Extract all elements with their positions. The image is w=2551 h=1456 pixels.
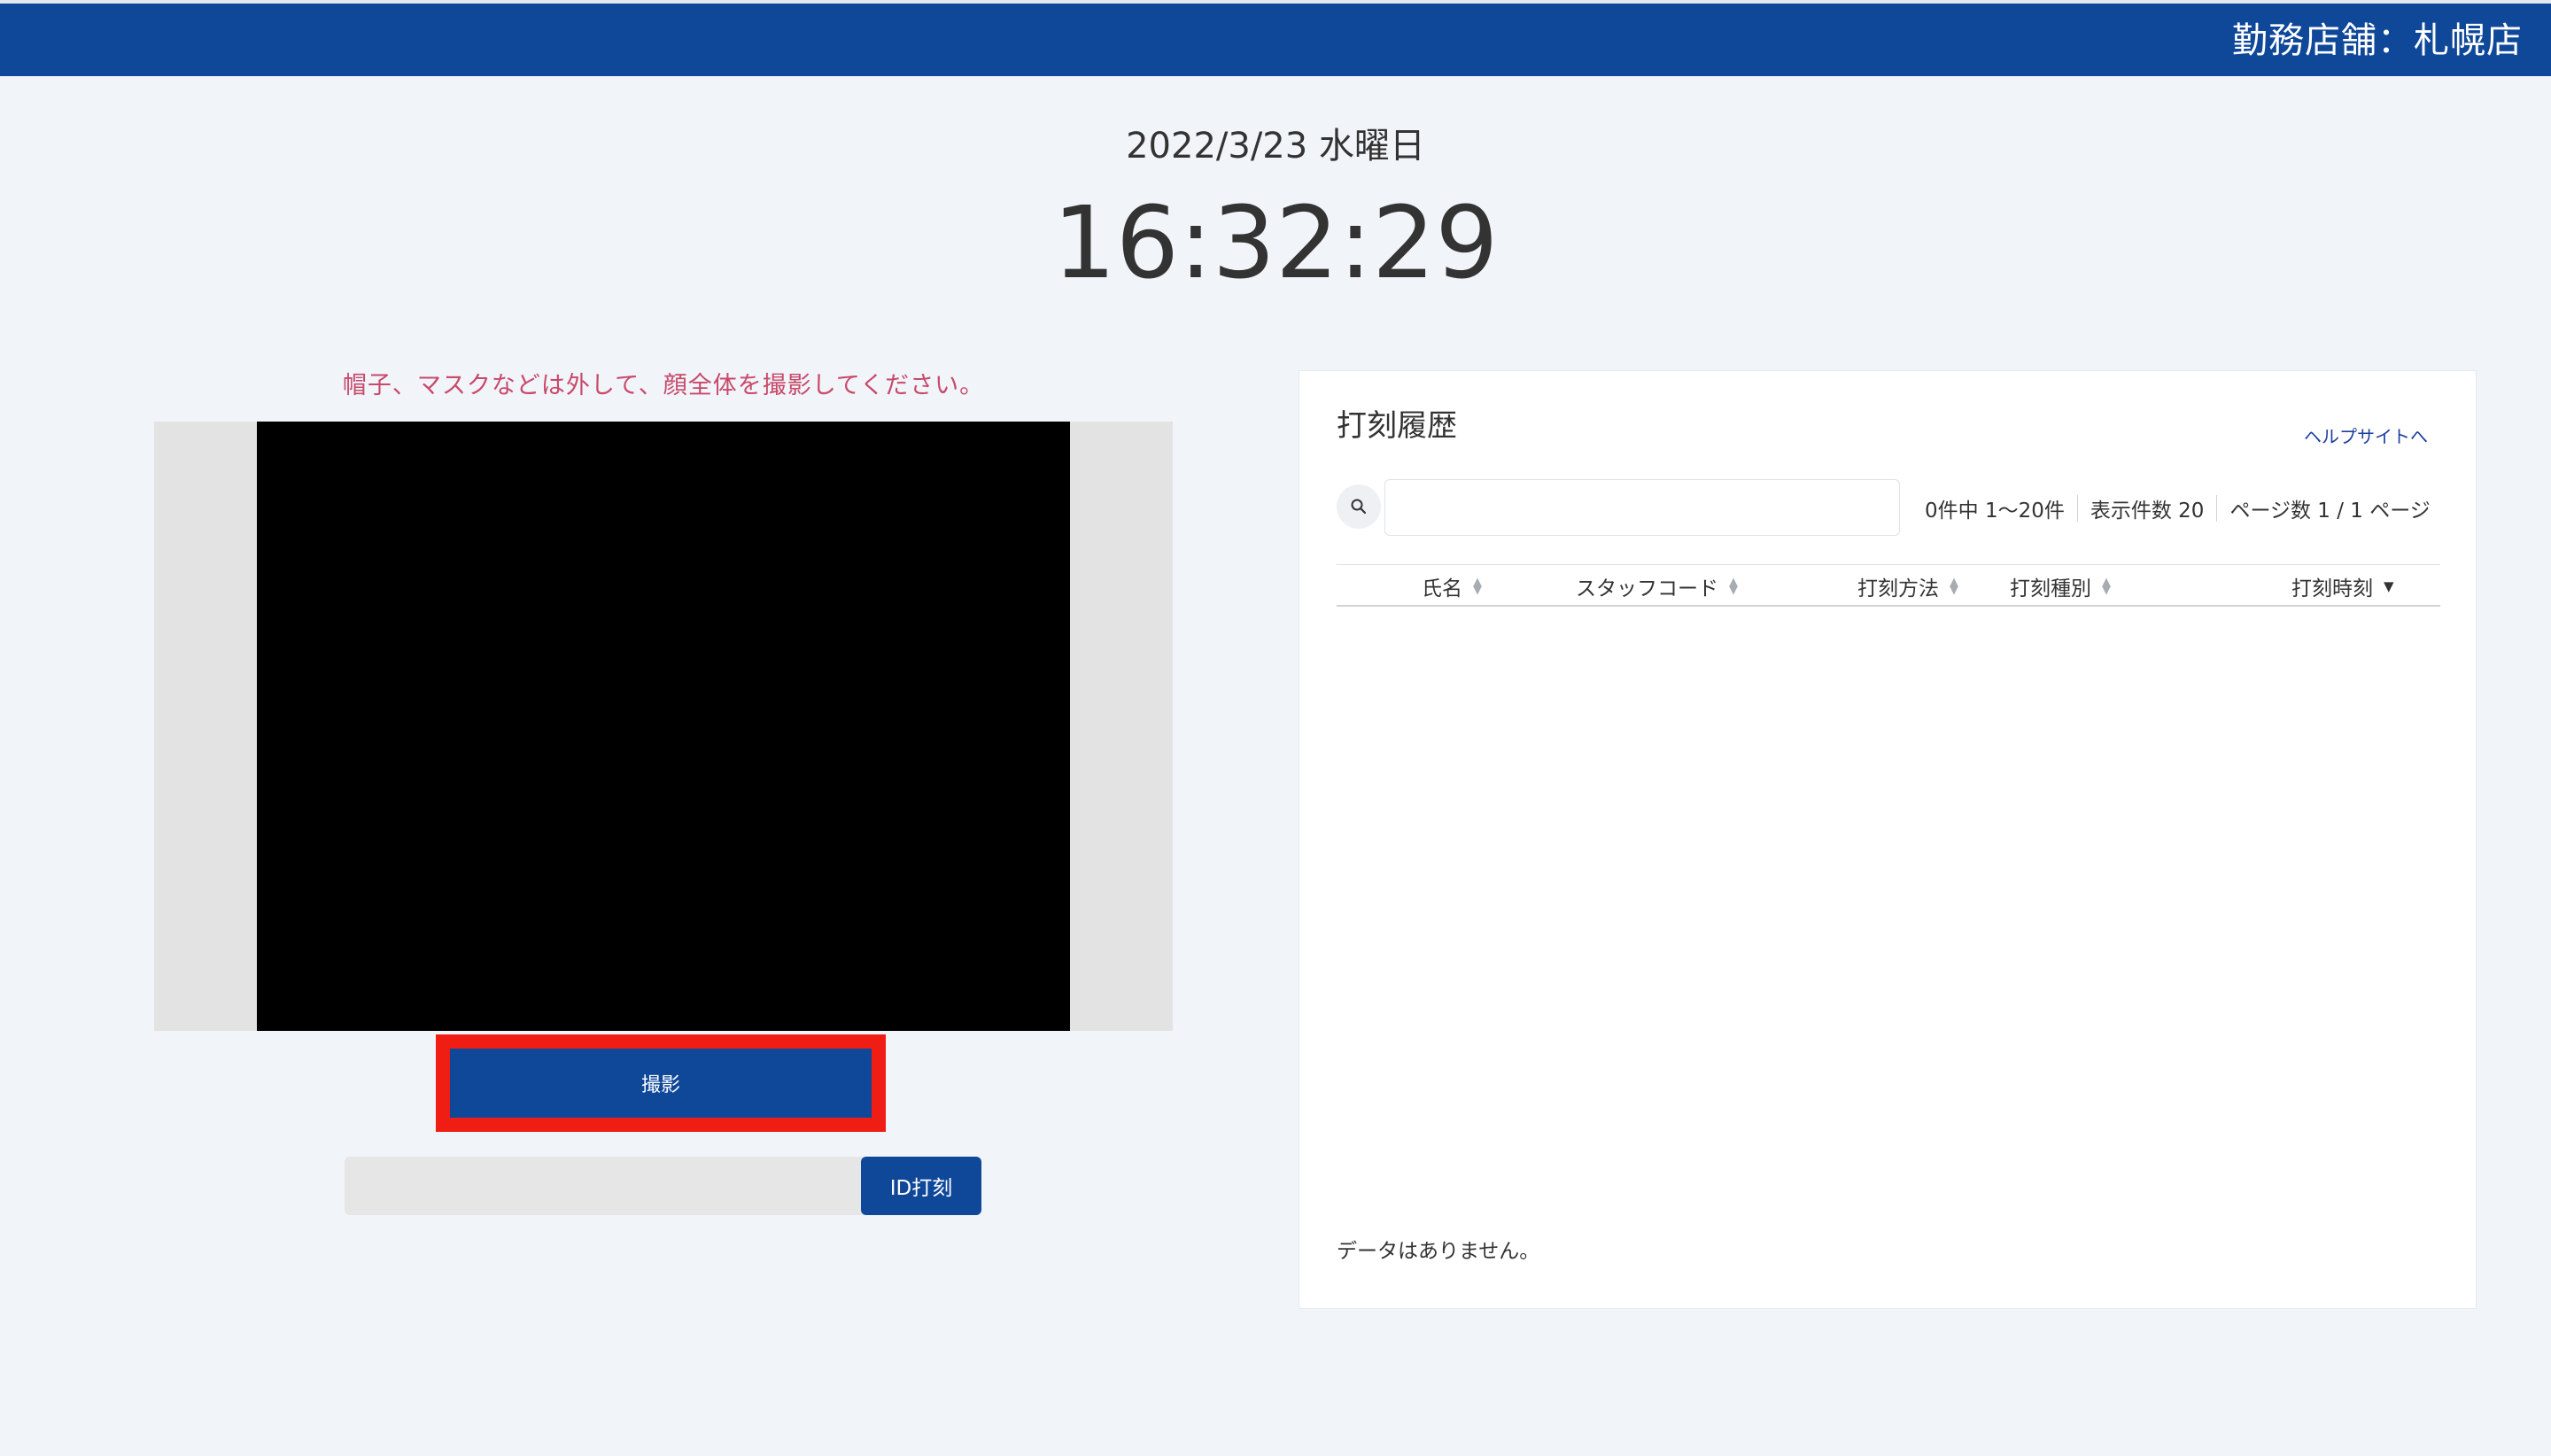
column-header-staff-code[interactable]: スタッフコード ▲ ▼	[1576, 565, 1738, 608]
empty-message: データはありません。	[1337, 1240, 1540, 1263]
result-count: 0件中 1〜20件	[1925, 500, 2065, 523]
store-label: 勤務店舗：札幌店	[2232, 20, 2523, 61]
column-label: スタッフコード	[1576, 577, 1718, 600]
sort-icon: ▲ ▼	[1473, 576, 1482, 597]
history-table-header: 氏名 ▲ ▼ スタッフコード ▲ ▼ 打刻方法 ▲ ▼ 打刻種別 ▲ ▼ 打刻時刻 ▼	[1337, 564, 2440, 607]
shoot-button[interactable]: 撮影	[450, 1049, 872, 1118]
sort-icon: ▲ ▼	[1729, 576, 1738, 597]
column-header-punch-method[interactable]: 打刻方法 ▲ ▼	[1857, 565, 1958, 608]
column-header-punch-type[interactable]: 打刻種別 ▲ ▼	[2010, 565, 2111, 608]
sort-icon: ▲ ▼	[1950, 576, 1958, 597]
column-label: 打刻種別	[2010, 577, 2091, 600]
camera-frame	[154, 422, 1173, 1031]
history-summary: 0件中 1〜20件 表示件数 20 ページ数 1 / 1 ページ	[1925, 493, 2431, 523]
id-input[interactable]	[345, 1157, 864, 1215]
history-search-input[interactable]	[1384, 479, 1900, 536]
column-label: 打刻時刻	[2291, 577, 2373, 600]
history-title: 打刻履歴	[1337, 408, 1457, 444]
current-time: 16:32:29	[1052, 186, 1499, 301]
column-label: 氏名	[1422, 577, 1462, 600]
history-panel: 打刻履歴 ヘルプサイトへ 0件中 1〜20件 表示件数 20 ページ数 1 / …	[1299, 370, 2477, 1309]
sort-icon: ▲ ▼	[2102, 576, 2111, 597]
camera-feed	[257, 422, 1070, 1031]
sort-desc-icon: ▼	[2384, 577, 2394, 594]
search-icon[interactable]	[1337, 484, 1381, 529]
shoot-button-highlight: 撮影	[436, 1034, 886, 1132]
app-header: 勤務店舗：札幌店	[0, 4, 2551, 76]
summary-divider	[2076, 495, 2078, 522]
column-label: 打刻方法	[1857, 577, 1939, 600]
id-punch-button[interactable]: ID打刻	[861, 1157, 981, 1215]
per-page-selector[interactable]: 表示件数 20	[2090, 493, 2205, 523]
column-header-name[interactable]: 氏名 ▲ ▼	[1422, 565, 1482, 608]
summary-divider	[2216, 495, 2218, 522]
page-info: ページ数 1 / 1 ページ	[2229, 500, 2431, 523]
help-site-link[interactable]: ヘルプサイトへ	[2304, 422, 2428, 448]
current-date: 2022/3/23 水曜日	[1126, 126, 1425, 167]
camera-notice: 帽子、マスクなどは外して、顔全体を撮影してください。	[342, 372, 985, 399]
column-header-punch-time[interactable]: 打刻時刻 ▼	[2291, 565, 2394, 608]
